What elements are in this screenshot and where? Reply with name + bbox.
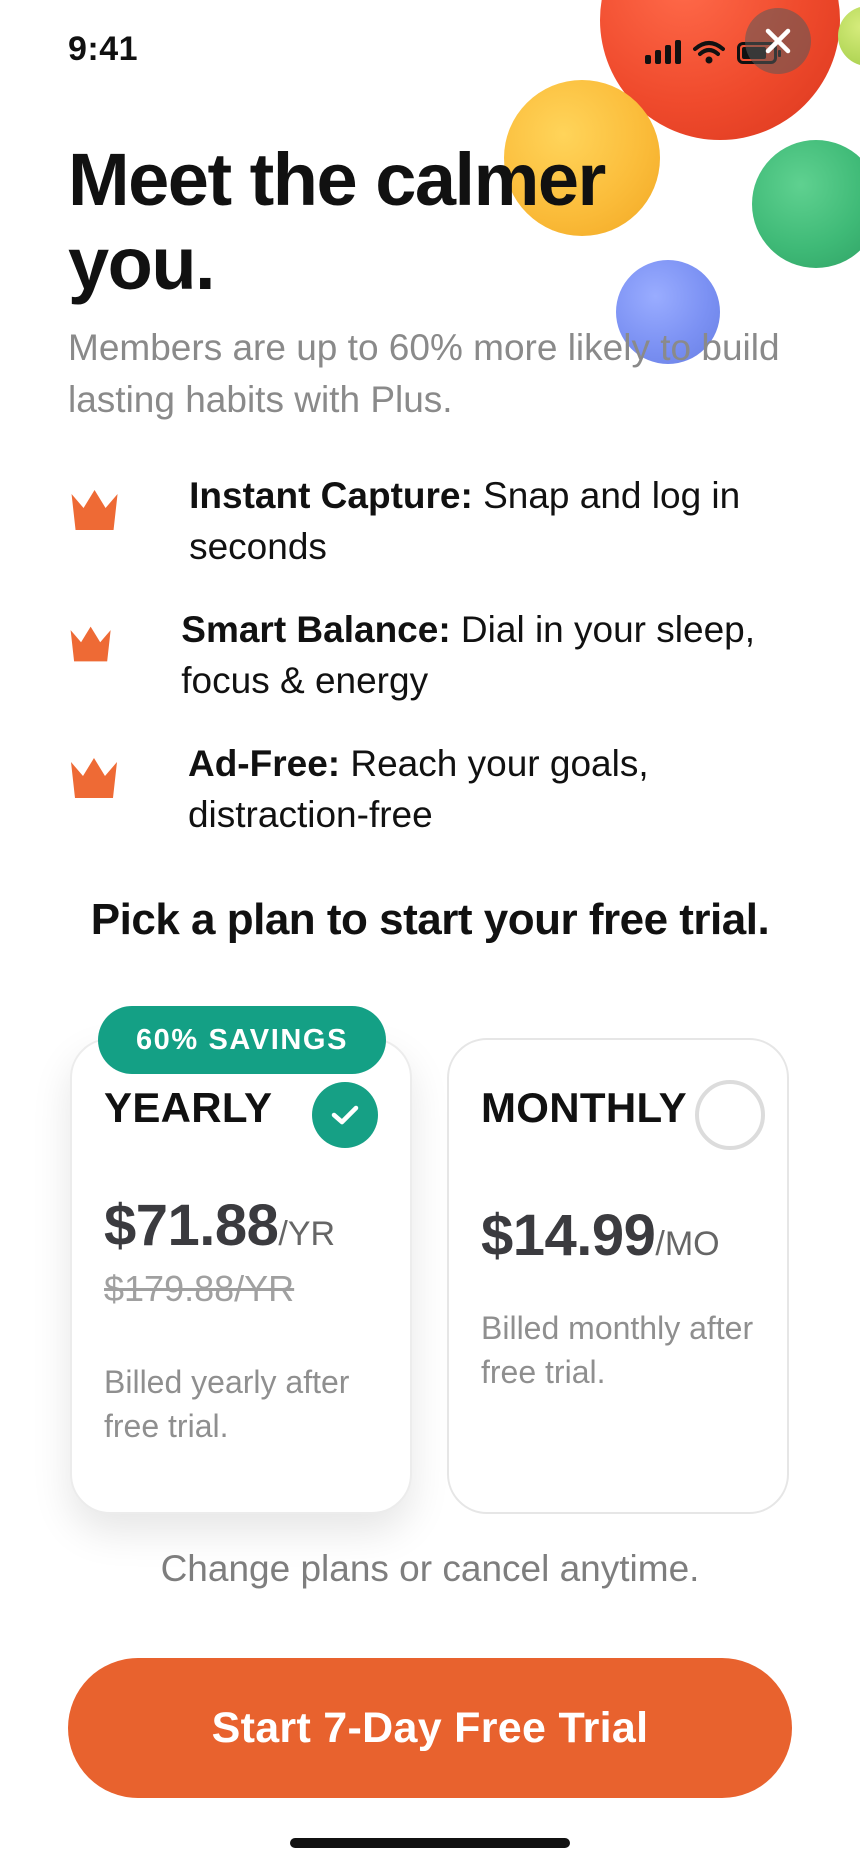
checkmark-icon bbox=[331, 1105, 359, 1125]
feature-title: Instant Capture: bbox=[189, 475, 473, 516]
plan-billing-note-monthly: Billed monthly after free trial. bbox=[481, 1310, 754, 1390]
savings-badge: 60% SAVINGS bbox=[98, 1006, 386, 1074]
crown-icon bbox=[70, 626, 111, 662]
plan-price-yearly: $71.88/YR bbox=[104, 1192, 335, 1259]
feature-instant-capture: Instant Capture: Snap and log in seconds bbox=[68, 470, 808, 572]
price-unit: /MO bbox=[655, 1225, 720, 1263]
feature-title: Ad-Free: bbox=[187, 743, 341, 784]
crown-icon bbox=[70, 758, 117, 798]
feature-ad-free: Ad-Free: Reach your goals, distraction-f… bbox=[68, 738, 808, 840]
feature-title: Smart Balance: bbox=[181, 609, 451, 650]
plan-price-monthly: $14.99/MO bbox=[481, 1202, 720, 1269]
feature-smart-balance: Smart Balance: Dial in your sleep, focus… bbox=[68, 604, 808, 706]
start-free-trial-button[interactable]: Start 7-Day Free Trial bbox=[68, 1658, 792, 1798]
status-bar-time: 9:41 bbox=[68, 30, 139, 68]
plan-unselected-radio[interactable] bbox=[695, 1080, 765, 1150]
price-unit: /YR bbox=[278, 1215, 336, 1253]
crown-icon bbox=[71, 490, 118, 530]
plan-billing-note-yearly: Billed yearly after free trial. bbox=[104, 1364, 350, 1444]
plan-original-price: $179.88/YR bbox=[104, 1268, 295, 1309]
decorative-green-ball bbox=[752, 140, 860, 268]
plan-name-yearly: YEARLY bbox=[104, 1084, 273, 1131]
plan-selected-check[interactable] bbox=[312, 1082, 378, 1148]
subheadline: Members are up to 60% more likely to bui… bbox=[68, 327, 780, 420]
close-icon bbox=[765, 28, 791, 54]
plan-card-yearly[interactable]: YEARLY $71.88/YR $179.88/YR Billed yearl… bbox=[70, 1038, 412, 1514]
signal-icon bbox=[645, 40, 681, 64]
plan-name-monthly: MONTHLY bbox=[481, 1084, 687, 1131]
cancel-anytime-note: Change plans or cancel anytime. bbox=[160, 1548, 700, 1589]
headline: Meet the calmer you. bbox=[68, 138, 606, 305]
price-amount: $71.88 bbox=[104, 1193, 279, 1258]
pick-plan-heading: Pick a plan to start your free trial. bbox=[90, 895, 770, 944]
price-amount: $14.99 bbox=[481, 1203, 656, 1268]
close-button[interactable] bbox=[745, 8, 811, 74]
decorative-lime-ball bbox=[838, 6, 860, 66]
home-indicator[interactable] bbox=[290, 1838, 570, 1848]
wifi-icon bbox=[693, 41, 725, 64]
plan-card-monthly[interactable]: MONTHLY $14.99/MO Billed monthly after f… bbox=[447, 1038, 789, 1514]
